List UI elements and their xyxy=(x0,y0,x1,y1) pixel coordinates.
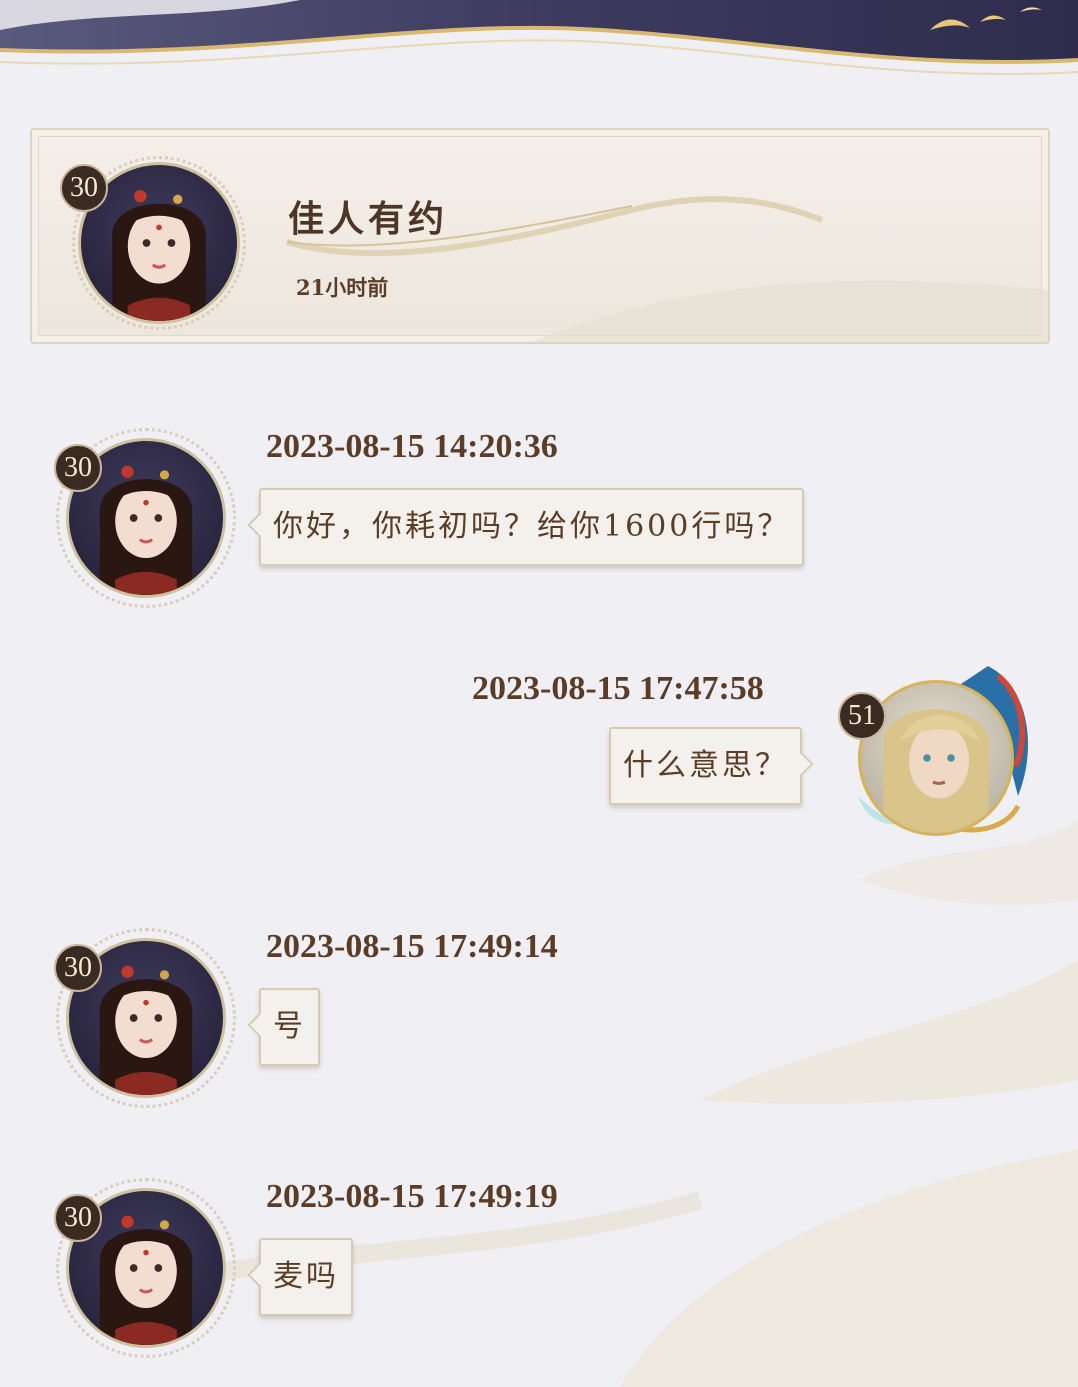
message-timestamp: 2023-08-15 14:20:36 xyxy=(266,428,558,465)
last-active-time: 21小时前 xyxy=(296,275,389,300)
birds-icon xyxy=(930,7,1042,30)
message-timestamp: 2023-08-15 17:49:19 xyxy=(266,1178,558,1215)
sender-avatar[interactable]: 30 xyxy=(54,1178,236,1358)
sender-avatar[interactable]: 30 xyxy=(54,928,236,1108)
message-timestamp: 2023-08-15 17:47:58 xyxy=(472,670,764,707)
level-badge: 51 xyxy=(838,692,886,740)
message-bubble[interactable]: 什么意思？ xyxy=(609,727,814,805)
message-text: 你好，你耗初吗？给你1600行吗？ xyxy=(273,509,791,544)
self-avatar[interactable]: 51 xyxy=(838,656,1038,856)
message-text: 号 xyxy=(273,1009,306,1044)
profile-card[interactable]: 30 佳人有约 21小时前 xyxy=(30,128,1050,344)
level-badge: 30 xyxy=(60,164,108,212)
profile-avatar[interactable]: 30 xyxy=(60,156,246,330)
sender-avatar[interactable]: 30 xyxy=(54,428,236,608)
level-badge: 30 xyxy=(54,944,102,992)
level-badge: 30 xyxy=(54,1194,102,1242)
message-bubble[interactable]: 你好，你耗初吗？给你1600行吗？ xyxy=(247,488,805,566)
message-text: 麦吗 xyxy=(273,1259,339,1294)
top-banner xyxy=(0,0,1078,76)
message-text: 什么意思？ xyxy=(623,748,788,783)
message-timestamp: 2023-08-15 17:49:14 xyxy=(266,928,558,965)
profile-name: 佳人有约 xyxy=(288,198,449,240)
level-badge: 30 xyxy=(54,444,102,492)
message-bubble[interactable]: 麦吗 xyxy=(247,1238,353,1316)
message-bubble[interactable]: 号 xyxy=(247,988,320,1066)
